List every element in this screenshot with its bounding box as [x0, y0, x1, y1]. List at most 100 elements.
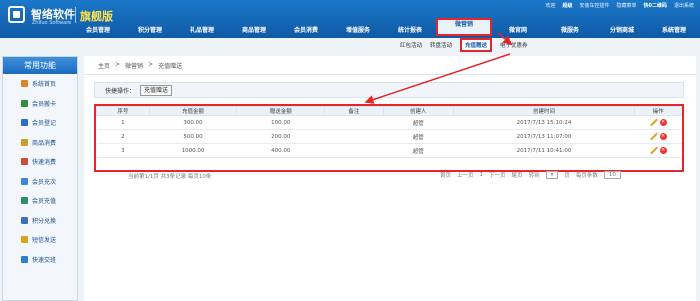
sidebar-item-icon	[21, 255, 28, 263]
pager-prev[interactable]: 上一页	[457, 171, 474, 179]
table-row: 1 300.00 100.00 超管 2017/7/13 15:10:24 ×	[96, 115, 682, 130]
edit-pencil-icon[interactable]	[650, 147, 657, 154]
sidebar-item-label: 会员充次	[32, 178, 57, 186]
sidebar-item-icon	[21, 158, 28, 166]
pager-per-page-select[interactable]: 10	[603, 171, 621, 179]
pager: 首页 上一页 1 下一页 尾页 转到 ▾ 页 每页条数 10	[440, 171, 621, 179]
sidebar-item[interactable]: 会员充值	[3, 191, 77, 211]
cell-remark	[324, 129, 384, 144]
top-link-qrcode[interactable]: 快0二维码	[644, 2, 667, 9]
pager-goto-select[interactable]: ▾	[545, 171, 559, 179]
sidebar-item-icon	[21, 99, 28, 107]
pager-unit-label: 页	[564, 173, 570, 179]
pager-summary: 当前第1/1页 共3条记录 每页10条	[128, 174, 212, 180]
cell-index: 2	[96, 129, 150, 144]
brand-subtitle: Zhiluo Software	[32, 20, 72, 26]
sidebar-item-label: 会员搬卡	[32, 100, 57, 108]
pager-first[interactable]: 首页	[440, 171, 451, 179]
nav-distribution-mall[interactable]: 分销商城	[596, 24, 648, 38]
nav-gifts[interactable]: 礼品管理	[176, 24, 228, 38]
sidebar-title: 常用功能	[3, 57, 77, 74]
subnav-e-coupon[interactable]: 电子优惠券	[500, 41, 528, 49]
nav-points[interactable]: 积分管理	[124, 24, 176, 38]
cell-recharge-amount: 1000.00	[149, 143, 237, 158]
table-header-row: 序号 充值金额 赠送金额 备注 创建人 创建时间 操作	[96, 106, 682, 116]
sidebar-item[interactable]: 快速消费	[3, 152, 77, 172]
header-remark: 备注	[324, 106, 384, 116]
row-actions: ×	[635, 133, 682, 140]
sub-nav: 红包活动 转盘活动 充值赠送 电子优惠券	[400, 38, 528, 52]
nav-member[interactable]: 会员管理	[72, 24, 124, 38]
nav-goods[interactable]: 商品管理	[228, 24, 280, 38]
pager-current-page[interactable]: 1	[480, 172, 484, 178]
subnav-wheel[interactable]: 转盘活动	[430, 41, 452, 49]
cell-creator: 超管	[383, 129, 454, 144]
top-link-plugin[interactable]: 安装车控插件	[579, 2, 609, 9]
delete-icon[interactable]: ×	[659, 147, 667, 154]
top-link-logout[interactable]: 退出系统	[674, 2, 694, 9]
quick-actions-bar: 快捷操作： 充值赠送	[94, 82, 684, 98]
sidebar-item[interactable]: 积分兑换	[3, 211, 77, 231]
nav-micro-marketing[interactable]: 微营销	[436, 18, 492, 36]
subnav-red-packet[interactable]: 红包活动	[400, 41, 422, 49]
main-content: 主页 > 微营销 > 充值赠送 快捷操作： 充值赠送 序号 充值金额 赠送金额 …	[84, 56, 696, 301]
row-actions: ×	[635, 119, 682, 126]
cell-creator: 超管	[383, 143, 454, 158]
sidebar: 常用功能 系统首页会员搬卡会员登记商品消费快速消费会员充次会员充值积分兑换短信发…	[2, 56, 78, 301]
breadcrumb-micro-marketing[interactable]: 微营销	[125, 61, 143, 70]
subnav-recharge-gift[interactable]: 充值赠送	[460, 38, 493, 52]
sidebar-item-label: 快速交班	[32, 256, 57, 264]
sidebar-item-icon	[21, 80, 28, 88]
top-link-hide-menu[interactable]: 隐藏菜单	[616, 2, 636, 9]
nav-value-added[interactable]: 增值服务	[332, 24, 384, 38]
sidebar-item-label: 短信发送	[32, 237, 57, 245]
sidebar-items: 系统首页会员搬卡会员登记商品消费快速消费会员充次会员充值积分兑换短信发送快速交班	[3, 74, 77, 269]
sidebar-item[interactable]: 系统首页	[3, 74, 77, 94]
cell-actions: ×	[634, 129, 682, 144]
breadcrumb-home[interactable]: 主页	[98, 61, 110, 70]
breadcrumb-current: 充值赠送	[158, 63, 183, 70]
nav-micro-site[interactable]: 微官网	[492, 24, 544, 38]
sidebar-item-icon	[21, 197, 28, 205]
sidebar-item[interactable]: 短信发送	[3, 230, 77, 250]
sidebar-item[interactable]: 会员登记	[3, 113, 77, 133]
header-creator: 创建人	[382, 106, 454, 116]
sidebar-item-icon	[21, 138, 28, 146]
cell-remark	[324, 115, 384, 130]
delete-icon[interactable]: ×	[659, 119, 667, 126]
breadcrumb-divider	[84, 74, 696, 75]
sidebar-item-icon	[21, 216, 28, 224]
table-body: 1 300.00 100.00 超管 2017/7/13 15:10:24 × 2 500.0…	[96, 115, 682, 158]
sidebar-item-icon	[21, 177, 28, 185]
header-gift-amount: 赠送金额	[236, 106, 326, 116]
delete-icon[interactable]: ×	[659, 133, 667, 140]
sidebar-item-label: 商品消费	[32, 139, 57, 147]
edit-pencil-icon[interactable]	[650, 133, 657, 140]
cell-remark	[324, 143, 384, 158]
top-link-user[interactable]: 超级	[562, 2, 572, 9]
pager-goto-label: 转到	[528, 173, 540, 179]
pager-per-page-label: 每页条数	[575, 173, 598, 179]
recharge-gift-table: 序号 充值金额 赠送金额 备注 创建人 创建时间 操作 1 300.00 100.0…	[96, 106, 682, 158]
nav-micro-service[interactable]: 微服务	[544, 24, 596, 38]
pager-next[interactable]: 下一页	[489, 171, 506, 179]
top-link-welcome: 欢迎	[545, 3, 556, 9]
nav-system[interactable]: 系统管理	[648, 24, 700, 38]
recharge-gift-table-wrapper: 序号 充值金额 赠送金额 备注 创建人 创建时间 操作 1 300.00 100.0…	[94, 104, 684, 172]
sidebar-item[interactable]: 快速交班	[3, 250, 77, 270]
nav-consume[interactable]: 会员消费	[280, 24, 332, 38]
cell-actions: ×	[634, 115, 682, 130]
recharge-gift-button[interactable]: 充值赠送	[140, 84, 173, 96]
edit-pencil-icon[interactable]	[650, 119, 657, 126]
sidebar-item[interactable]: 会员搬卡	[3, 94, 77, 114]
cell-created-time: 2017/7/13 11:07:00	[453, 129, 635, 144]
sidebar-item[interactable]: 商品消费	[3, 133, 77, 153]
sidebar-item-label: 积分兑换	[32, 217, 57, 225]
nav-reports[interactable]: 统计报表	[384, 24, 436, 38]
table-row: 3 1000.00 400.00 超管 2017/7/11 10:41:00 ×	[96, 143, 682, 158]
cell-index: 3	[96, 143, 150, 158]
sidebar-item[interactable]: 会员充次	[3, 172, 77, 192]
pager-last[interactable]: 尾页	[512, 171, 523, 179]
breadcrumb: 主页 > 微营销 > 充值赠送	[98, 61, 182, 70]
header-actions: 操作	[634, 106, 682, 116]
